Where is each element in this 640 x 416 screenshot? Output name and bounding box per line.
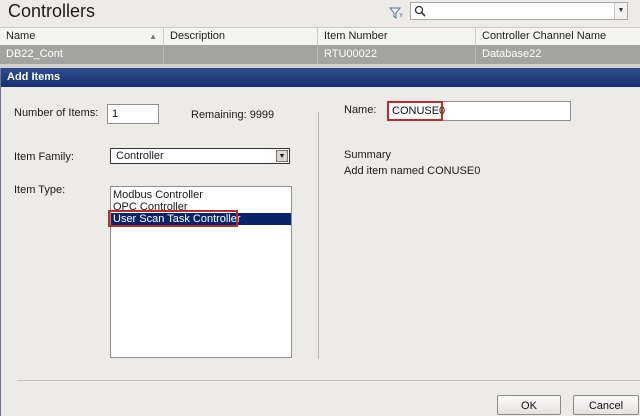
- cell-description: [164, 45, 318, 64]
- item-family-label: Item Family:: [14, 151, 74, 163]
- chevron-down-icon[interactable]: ▼: [276, 150, 288, 162]
- item-type-label: Item Type:: [14, 184, 66, 196]
- ok-button[interactable]: OK: [497, 395, 561, 415]
- number-of-items-input[interactable]: [108, 105, 158, 123]
- dialog-title-bar: Add Items: [1, 68, 640, 87]
- name-field[interactable]: [387, 101, 571, 121]
- name-label: Name:: [344, 104, 377, 116]
- grid-header: Name ▲ Description Item Number Controlle…: [0, 27, 640, 46]
- column-header-channel-name[interactable]: Controller Channel Name: [476, 28, 640, 45]
- page-header: Controllers ▼: [0, 0, 640, 26]
- table-row[interactable]: DB22_Cont RTU00022 Database22: [0, 45, 640, 64]
- add-items-dialog: Add Items Number of Items: Remaining: 99…: [0, 68, 640, 416]
- cell-name: DB22_Cont: [0, 45, 164, 64]
- summary-label: Summary: [344, 149, 392, 161]
- list-item-selected[interactable]: User Scan Task Controller: [111, 213, 291, 225]
- search-input[interactable]: [429, 4, 609, 18]
- search-icon: [414, 5, 426, 17]
- chevron-down-icon[interactable]: ▼: [614, 3, 627, 19]
- search-box[interactable]: ▼: [410, 2, 628, 20]
- item-family-value: Controller: [116, 150, 164, 162]
- sort-ascending-icon: ▲: [149, 32, 157, 41]
- list-item[interactable]: OPC Controller: [111, 201, 291, 213]
- cancel-button[interactable]: Cancel: [573, 395, 639, 415]
- page-title: Controllers: [8, 1, 96, 21]
- column-header-description[interactable]: Description: [164, 28, 318, 45]
- remaining-count: Remaining: 9999: [191, 109, 275, 121]
- column-label: Item Number: [324, 30, 388, 42]
- column-header-name[interactable]: Name ▲: [0, 28, 164, 45]
- column-label: Controller Channel Name: [482, 30, 607, 42]
- footer-divider: [17, 380, 640, 381]
- item-family-select[interactable]: Controller ▼: [110, 148, 290, 164]
- column-label: Description: [170, 30, 226, 42]
- column-label: Name: [6, 30, 36, 42]
- item-type-listbox[interactable]: Modbus Controller OPC Controller User Sc…: [110, 186, 292, 358]
- number-of-items-label: Number of Items:: [14, 107, 99, 119]
- cell-item-number: RTU00022: [318, 45, 476, 64]
- name-input[interactable]: [388, 102, 570, 120]
- column-header-item-number[interactable]: Item Number: [318, 28, 476, 45]
- summary-text: Add item named CONUSE0: [344, 165, 481, 177]
- number-of-items-field[interactable]: [107, 104, 159, 124]
- list-item[interactable]: Modbus Controller: [111, 189, 291, 201]
- filter-icon[interactable]: [389, 6, 403, 20]
- dialog-divider: [318, 112, 319, 359]
- cell-channel-name: Database22: [482, 48, 542, 60]
